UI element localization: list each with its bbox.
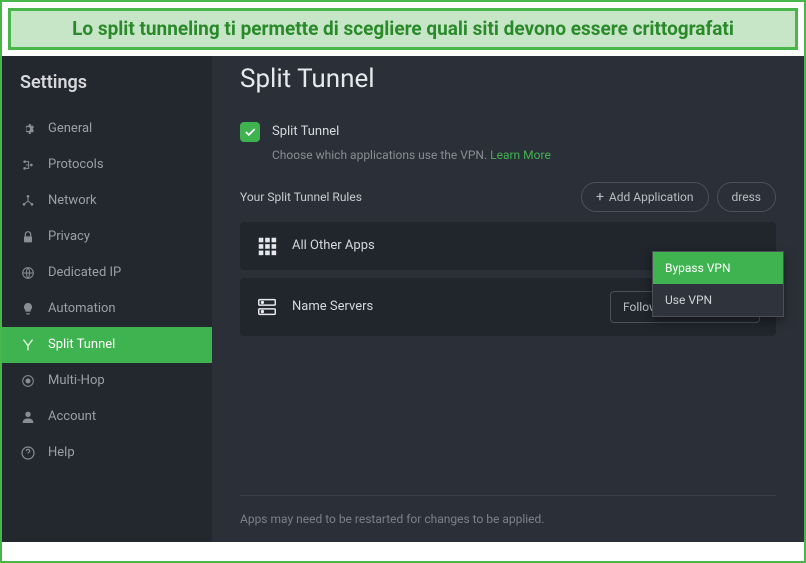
rules-label: Your Split Tunnel Rules bbox=[240, 190, 362, 204]
split-icon bbox=[20, 337, 36, 353]
dropdown-option-bypass-vpn[interactable]: Bypass VPN bbox=[653, 252, 783, 284]
banner-text: Lo split tunneling ti permette di scegli… bbox=[23, 17, 783, 41]
sidebar-item-label: General bbox=[48, 121, 92, 136]
split-tunnel-checkbox[interactable] bbox=[240, 122, 260, 142]
sidebar-item-privacy[interactable]: Privacy bbox=[2, 219, 212, 255]
globe-icon bbox=[20, 265, 36, 281]
sidebar-item-protocols[interactable]: Protocols bbox=[2, 147, 212, 183]
rule-label: Name Servers bbox=[292, 299, 596, 314]
sidebar: Settings General Protocols Network Priva… bbox=[2, 56, 212, 542]
add-application-button[interactable]: + Add Application bbox=[581, 182, 709, 212]
sidebar-item-label: Network bbox=[48, 193, 97, 208]
person-icon bbox=[20, 409, 36, 425]
page-title: Split Tunnel bbox=[240, 64, 776, 94]
help-icon bbox=[20, 445, 36, 461]
gear-icon bbox=[20, 121, 36, 137]
hint-text: Choose which applications use the VPN. L… bbox=[272, 148, 776, 162]
sidebar-item-multi-hop[interactable]: Multi-Hop bbox=[2, 363, 212, 399]
sidebar-item-label: Privacy bbox=[48, 229, 90, 244]
sidebar-item-label: Automation bbox=[48, 301, 116, 316]
server-icon bbox=[256, 296, 278, 318]
multihop-icon bbox=[20, 373, 36, 389]
sidebar-item-label: Help bbox=[48, 445, 75, 460]
plus-icon: + bbox=[596, 189, 604, 205]
bulb-icon bbox=[20, 301, 36, 317]
main-content: Split Tunnel Split Tunnel Choose which a… bbox=[212, 56, 804, 542]
check-icon bbox=[243, 125, 257, 139]
sidebar-item-network[interactable]: Network bbox=[2, 183, 212, 219]
app-window: Settings General Protocols Network Priva… bbox=[2, 56, 804, 542]
sidebar-item-dedicated-ip[interactable]: Dedicated IP bbox=[2, 255, 212, 291]
sidebar-item-label: Protocols bbox=[48, 157, 104, 172]
sidebar-item-general[interactable]: General bbox=[2, 111, 212, 147]
split-tunnel-toggle-row: Split Tunnel bbox=[240, 122, 776, 142]
add-ip-address-button[interactable]: dress bbox=[717, 182, 776, 212]
sidebar-item-label: Dedicated IP bbox=[48, 265, 121, 280]
sidebar-item-automation[interactable]: Automation bbox=[2, 291, 212, 327]
toggle-label: Split Tunnel bbox=[272, 124, 339, 139]
sidebar-item-account[interactable]: Account bbox=[2, 399, 212, 435]
apps-grid-icon bbox=[256, 235, 278, 257]
network-icon bbox=[20, 193, 36, 209]
rule-dropdown-menu: Bypass VPN Use VPN bbox=[652, 251, 784, 317]
info-banner: Lo split tunneling ti permette di scegli… bbox=[8, 8, 798, 50]
sidebar-item-split-tunnel[interactable]: Split Tunnel bbox=[2, 327, 212, 363]
header-buttons: + Add Application dress bbox=[581, 182, 776, 212]
protocols-icon bbox=[20, 157, 36, 173]
sidebar-item-label: Split Tunnel bbox=[48, 337, 115, 352]
sidebar-title: Settings bbox=[2, 64, 212, 111]
dropdown-option-use-vpn[interactable]: Use VPN bbox=[653, 284, 783, 316]
learn-more-link[interactable]: Learn More bbox=[490, 148, 551, 162]
rules-header: Your Split Tunnel Rules + Add Applicatio… bbox=[240, 182, 776, 212]
sidebar-item-label: Account bbox=[48, 409, 96, 424]
footer-note: Apps may need to be restarted for change… bbox=[240, 495, 776, 542]
sidebar-item-label: Multi-Hop bbox=[48, 373, 105, 388]
sidebar-item-help[interactable]: Help bbox=[2, 435, 212, 471]
lock-icon bbox=[20, 229, 36, 245]
